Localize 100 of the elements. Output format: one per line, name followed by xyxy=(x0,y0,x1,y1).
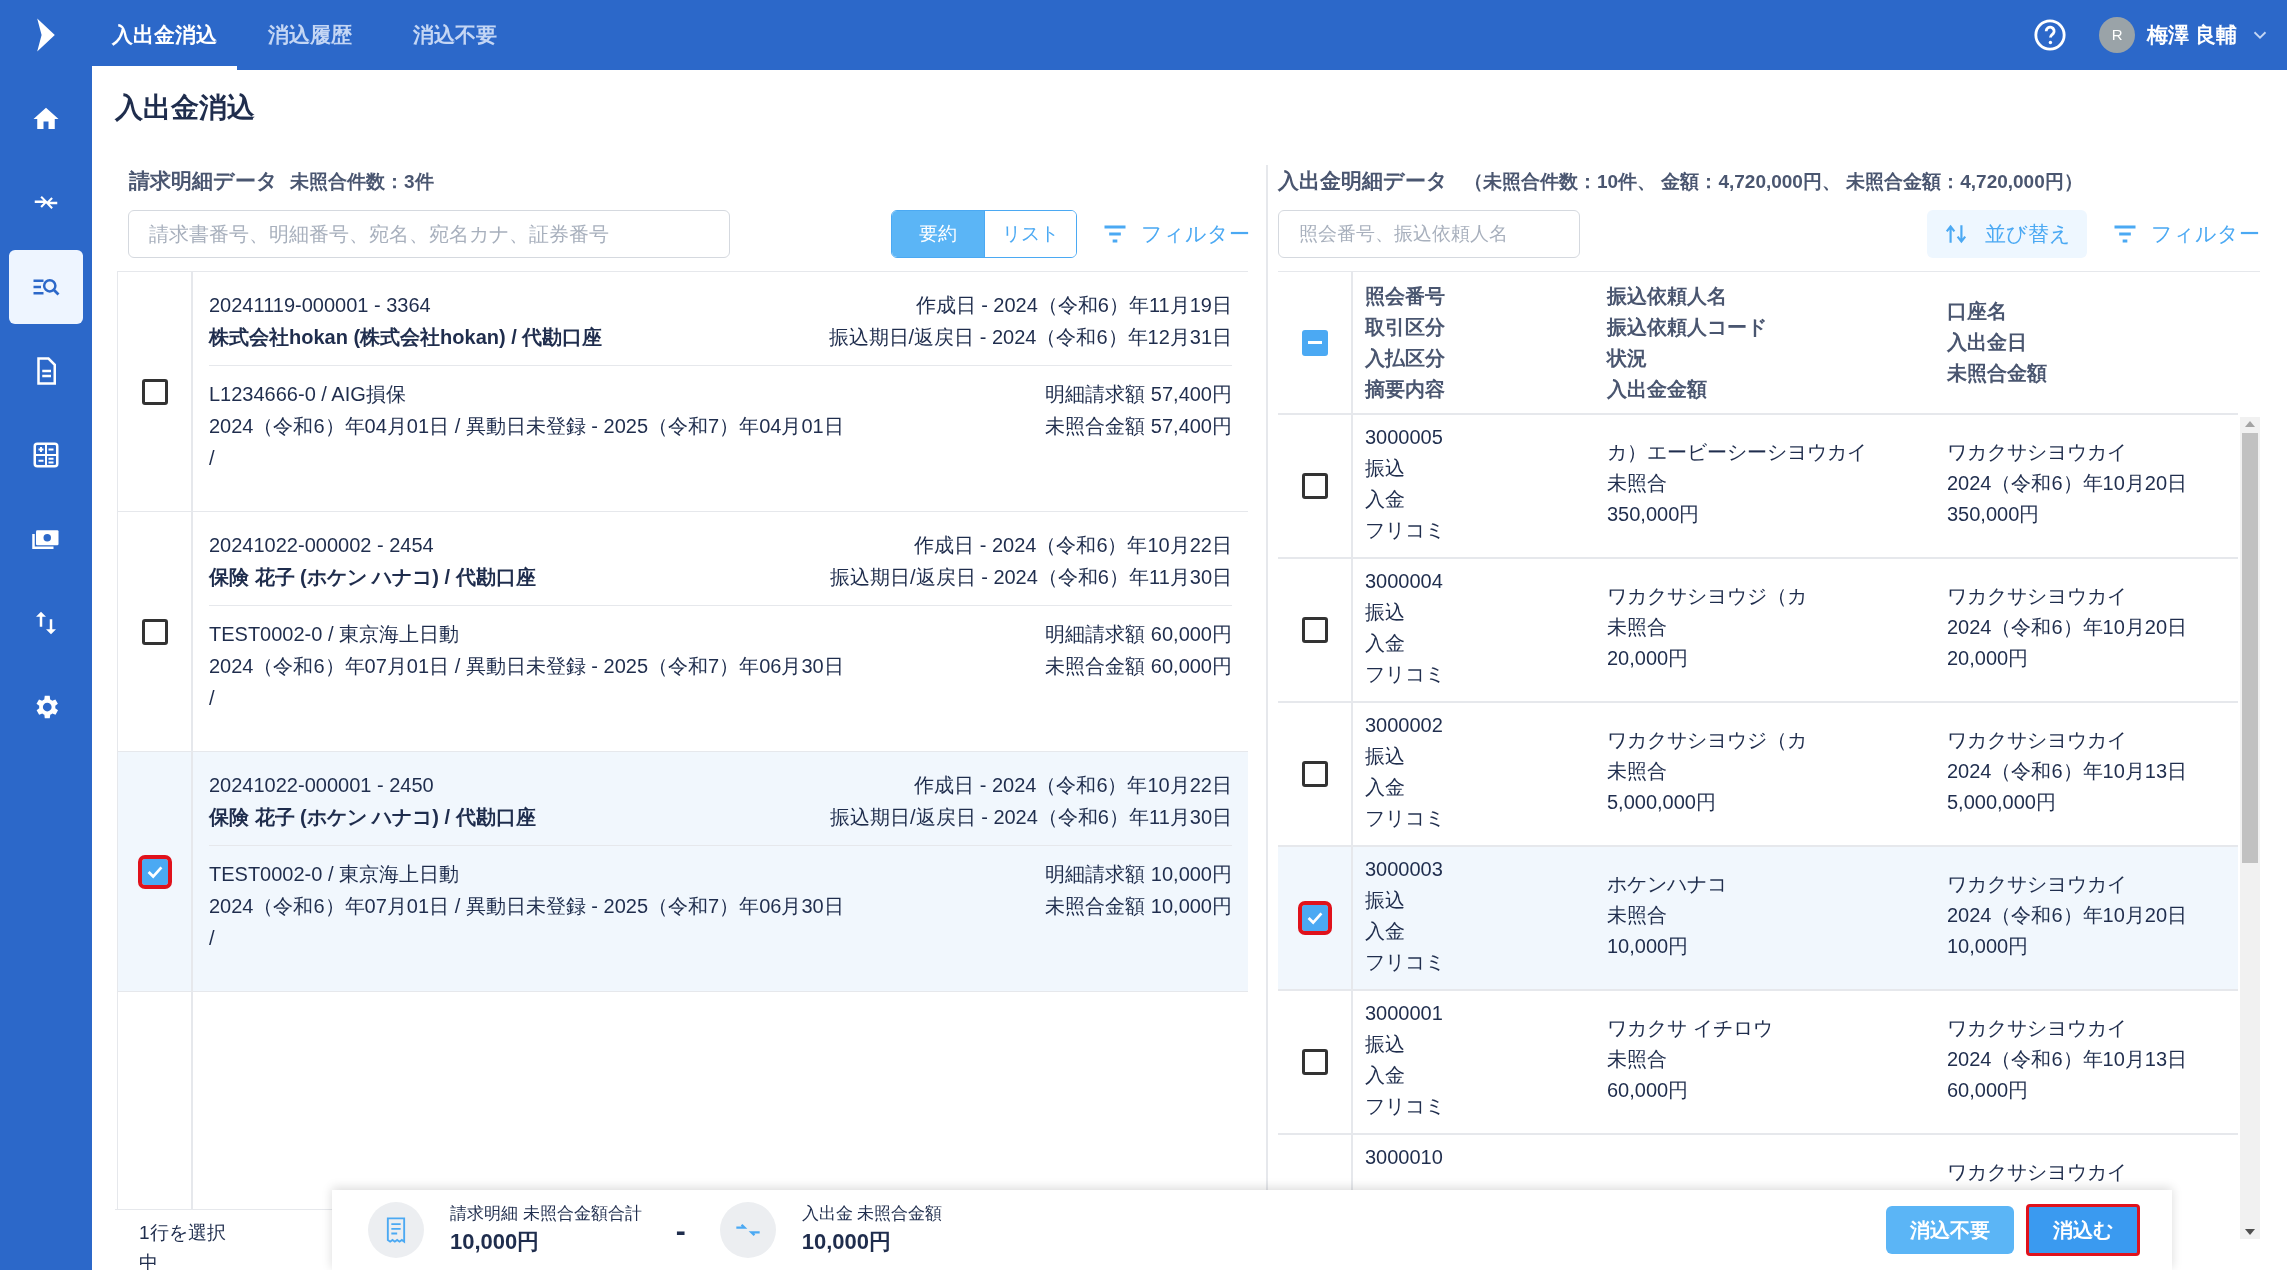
search-field[interactable]: 請求書番号、明細番号、宛名、宛名カナ、証券番号 xyxy=(128,210,730,258)
policy-number: TEST0002-0 / 東京海上日動 xyxy=(209,622,461,647)
table-cell-text: 20,000円 xyxy=(1947,646,2030,671)
billed-amount: 明細請求額 10,000円 xyxy=(1045,862,1232,887)
minus-sign: - xyxy=(675,1212,686,1249)
note-text: / xyxy=(209,686,216,711)
checkbox[interactable] xyxy=(1301,473,1328,499)
table-cell-text: 2024（令和6）年10月20日 xyxy=(1947,615,2189,640)
table-cell-text: ワカクサシヨウカイ xyxy=(1947,1016,2128,1041)
table-cell-text: 350,000円 xyxy=(1947,502,2041,527)
table-row[interactable]: 3000002 振込 入金 フリコミ ワカクサシヨウジ（カ 未照合 5,000,000円 ワカクサシヨウカイ 2024（令和6）年10月13日 5,000,000円 xyxy=(1278,703,2238,847)
table-cell-text: 入金 xyxy=(1365,631,1406,656)
scrollbar-thumb[interactable] xyxy=(2242,433,2258,863)
created-date: 作成日 - 2024（令和6）年11月19日 xyxy=(915,293,1232,318)
table-cell-text: フリコミ xyxy=(1365,806,1446,831)
page-title: 入出金消込 xyxy=(115,91,256,125)
invoice-number: 20241022-000002 - 2454 xyxy=(209,533,435,558)
table-cell-text: 振込 xyxy=(1365,888,1406,913)
payer-account: 保険 花子 (ホケン ハナコ) / 代勘口座 xyxy=(209,565,536,590)
table-cell-text: 未照合 xyxy=(1607,471,1668,496)
invoice-number: 20241022-000001 - 2450 xyxy=(209,773,435,798)
unmatched-amount: 未照合金額 10,000円 xyxy=(1045,894,1232,919)
column-header: 状況 xyxy=(1607,345,1648,371)
unmatched-count: 未照合件数：3件 xyxy=(290,170,434,194)
unmatched-amount: 未照合金額 57,400円 xyxy=(1045,414,1232,439)
checkbox[interactable] xyxy=(1301,761,1328,787)
help-icon[interactable] xyxy=(2033,18,2068,52)
table-cell-text: ワカクサシヨウカイ xyxy=(1947,1160,2128,1185)
table-row[interactable]: 3000001 振込 入金 フリコミ ワカクサ イチロウ 未照合 60,000円 ワカクサシヨウカイ 2024（令和6）年10月13日 60,000円 xyxy=(1278,991,2238,1135)
invoice-card[interactable]: 20241022-000001 - 2450 保険 花子 (ホケン ハナコ) / 代勘口座 作成日 - 2024（令和6）年10月22日 振込期日/返戻日 - 2024（令和6）年11月30日 TEST0002-0 / 東京海上日動 2024（令和6）年07月01日 / 異動日未登録 - 2025（令和7）年06月30日 / 明細請求額 10,000円 未照合金額 10,000円 xyxy=(118,752,1248,992)
table-cell-text: 振込 xyxy=(1365,456,1406,481)
column-header: 入出金金額 xyxy=(1607,376,1708,402)
table-cell-text: 入金 xyxy=(1365,487,1406,512)
unmatched-amount: 未照合金額 60,000円 xyxy=(1045,654,1232,679)
table-cell-text: カ）エービーシーシヨウカイ xyxy=(1607,440,1868,465)
table-cell-text: 350,000円 xyxy=(1607,502,1701,527)
column-header: 口座名 xyxy=(1947,299,2008,324)
column-header: 振込依頼人名 xyxy=(1607,283,1728,309)
table-cell-text: 未照合 xyxy=(1607,903,1668,928)
column-header: 入払区分 xyxy=(1365,345,1446,371)
scrollbar[interactable] xyxy=(2240,417,2260,1239)
checkbox[interactable] xyxy=(1301,1049,1328,1075)
scroll-down-icon[interactable] xyxy=(2245,1229,2255,1235)
note-text: / xyxy=(209,926,216,951)
table-cell-text: 未照合 xyxy=(1607,1047,1668,1072)
table-cell-text: 振込 xyxy=(1365,600,1406,625)
user-menu[interactable]: R 梅澤 良輔 xyxy=(2099,17,2271,53)
table-cell-text: 入金 xyxy=(1365,919,1406,944)
table-cell-text: 3000005 xyxy=(1365,425,1444,450)
search-field[interactable]: 照会番号、振込依頼人名 xyxy=(1278,210,1580,258)
column-header: 振込依頼人コード xyxy=(1607,314,1768,340)
table-cell-text: 3000004 xyxy=(1365,569,1444,594)
billed-amount: 明細請求額 60,000円 xyxy=(1045,622,1232,647)
due-date: 振込期日/返戻日 - 2024（令和6）年12月31日 xyxy=(828,325,1232,350)
avatar: R xyxy=(2099,17,2136,53)
table-cell-text: ワカクサシヨウカイ xyxy=(1947,728,2128,753)
table-cell-text: 2024（令和6）年10月13日 xyxy=(1947,759,2189,784)
table-row[interactable]: 3000003 振込 入金 フリコミ ホケンハナコ 未照合 10,000円 ワカクサシヨウカイ 2024（令和6）年10月20日 10,000円 xyxy=(1278,847,2238,991)
table-cell-text: フリコミ xyxy=(1365,950,1446,975)
nav-tab[interactable]: 消込不要 xyxy=(382,0,527,70)
table-cell-text: 2024（令和6）年10月13日 xyxy=(1947,1047,2189,1072)
due-date: 振込期日/返戻日 - 2024（令和6）年11月30日 xyxy=(830,805,1232,830)
column-header: 取引区分 xyxy=(1365,314,1446,340)
invoice-card[interactable]: 20241119-000001 - 3364 株式会社hokan (株式会社hokan) / 代勘口座 作成日 - 2024（令和6）年11月19日 振込期日/返戻日 - 2024（令和6）年12月31日 L1234666-0 / AIG損保 2024（令和6）年04月01日 / 異動日未登録 - 2025（令和7）年04月01日 / 明細請求額 57,400円 未照合金額 57,400円 xyxy=(118,272,1248,512)
table-cell-text: 3000003 xyxy=(1365,857,1444,882)
nav-tab[interactable]: 消込履歴 xyxy=(237,0,382,70)
table-row[interactable]: 3000004 振込 入金 フリコミ ワカクサシヨウジ（カ 未照合 20,000円 ワカクサシヨウカイ 2024（令和6）年10月20日 20,000円 xyxy=(1278,559,2238,703)
table-cell-text: 入金 xyxy=(1365,1063,1406,1088)
table-cell-text: 振込 xyxy=(1365,1032,1406,1057)
select-all-checkbox[interactable] xyxy=(1301,329,1328,356)
note-text: / xyxy=(209,446,216,471)
column-header: 未照合金額 xyxy=(1947,361,2048,386)
table-cell-text: 3000001 xyxy=(1365,1001,1444,1026)
table-cell-text: 振込 xyxy=(1365,744,1406,769)
column-header: 照会番号 xyxy=(1365,283,1446,309)
table-cell-text: 入金 xyxy=(1365,775,1406,800)
created-date: 作成日 - 2024（令和6）年10月22日 xyxy=(914,773,1232,798)
unmatched-summary: （未照合件数：10件、 金額：4,720,000円、 未照合金額：4,720,000円） xyxy=(1464,170,2083,194)
table-cell-text: 10,000円 xyxy=(1607,934,1690,959)
sidebar-item[interactable] xyxy=(9,250,83,324)
table-cell-text: 60,000円 xyxy=(1947,1078,2030,1103)
table-cell-text: 2024（令和6）年10月20日 xyxy=(1947,471,2189,496)
table-cell-text: 20,000円 xyxy=(1607,646,1690,671)
invoice-card[interactable]: 20241022-000002 - 2454 保険 花子 (ホケン ハナコ) / 代勘口座 作成日 - 2024（令和6）年10月22日 振込期日/返戻日 - 2024（令和6）年11月30日 TEST0002-0 / 東京海上日動 2024（令和6）年07月01日 / 異動日未登録 - 2025（令和7）年06月30日 / 明細請求額 60,000円 未照合金額 60,000円 xyxy=(118,512,1248,752)
coverage-period: 2024（令和6）年07月01日 / 異動日未登録 - 2025（令和7）年06月30日 xyxy=(209,894,844,919)
policy-number: L1234666-0 / AIG損保 xyxy=(209,382,407,407)
table-cell-text: ワカクサシヨウカイ xyxy=(1947,584,2128,609)
checkbox[interactable] xyxy=(1301,617,1328,643)
table-cell-text: 60,000円 xyxy=(1607,1078,1690,1103)
table-cell-text: 10,000円 xyxy=(1947,934,2030,959)
table-cell-text: フリコミ xyxy=(1365,1094,1446,1119)
payer-account: 保険 花子 (ホケン ハナコ) / 代勘口座 xyxy=(209,805,536,830)
table-cell-text: 3000010 xyxy=(1365,1145,1444,1170)
table-cell-text: フリコミ xyxy=(1365,662,1446,687)
checkbox[interactable] xyxy=(141,378,168,405)
checkbox[interactable] xyxy=(141,618,168,645)
section-title: 請求明細データ xyxy=(129,168,278,194)
total-label: 入出金 未照合金額 xyxy=(801,1203,943,1225)
reconcile-button[interactable]: 消込む xyxy=(2026,1204,2140,1256)
table-row[interactable]: 3000005 振込 入金 フリコミ カ）エービーシーシヨウカイ 未照合 350,000円 ワカクサシヨウカイ 2024（令和6）年10月20日 350,000円 xyxy=(1278,415,2238,559)
